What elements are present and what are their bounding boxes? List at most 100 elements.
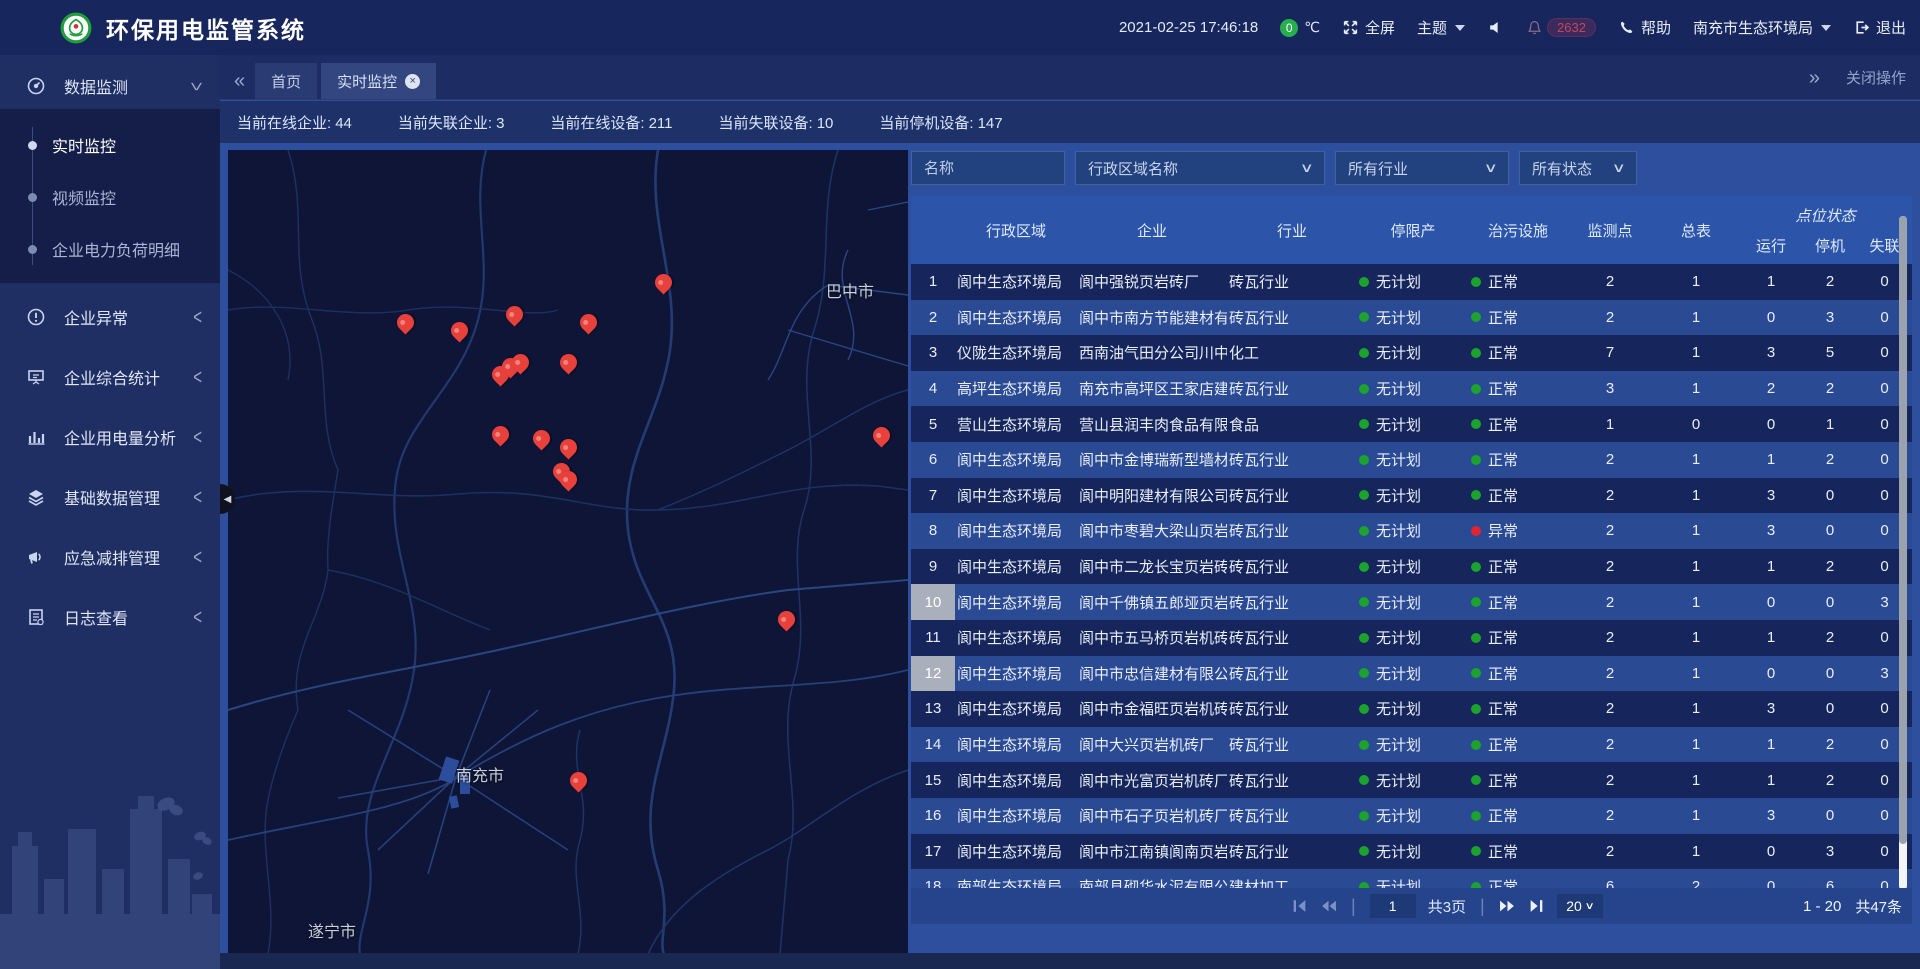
prev-page-icon[interactable] xyxy=(1320,899,1337,913)
table-row[interactable]: 8阆中生态环境局阆中市枣碧大梁山页岩砖瓦行业无计划异常21300 xyxy=(911,513,1912,549)
name-filter-input[interactable] xyxy=(924,160,1052,177)
table-row[interactable]: 6阆中生态环境局阆中市金博瑞新型墙材砖瓦行业无计划正常21120 xyxy=(911,442,1912,478)
status-dot-icon xyxy=(1359,704,1369,714)
close-operations-button[interactable]: 关闭操作 xyxy=(1846,67,1906,88)
scrollbar-thumb[interactable] xyxy=(1899,216,1907,844)
chart-icon xyxy=(26,427,46,447)
row-industry: 砖瓦行业 xyxy=(1227,371,1357,407)
col-run: 运行 xyxy=(1739,226,1803,264)
row-industry: 砖瓦行业 xyxy=(1227,442,1357,478)
status-dot-icon xyxy=(1359,348,1369,358)
table-scrollbar[interactable] xyxy=(1899,216,1907,890)
table-row[interactable]: 16阆中生态环境局阆中市石子页岩机砖厂砖瓦行业无计划正常21300 xyxy=(911,798,1912,834)
table-row[interactable]: 4高坪生态环境局南充市高坪区王家店建砖瓦行业无计划正常31220 xyxy=(911,371,1912,407)
row-stop-count: 0 xyxy=(1803,798,1857,834)
notifications-button[interactable]: 2632 xyxy=(1526,18,1596,37)
name-filter-field[interactable] xyxy=(911,151,1065,185)
stat-item: 当前失联企业:3 xyxy=(398,112,505,133)
table-row[interactable]: 9阆中生态环境局阆中市二龙长宝页岩砖砖瓦行业无计划正常21120 xyxy=(911,549,1912,585)
tabs-scroll-left-icon[interactable]: « xyxy=(234,71,245,91)
status-dot-icon xyxy=(1471,490,1481,500)
row-production-status: 无计划 xyxy=(1376,271,1421,292)
next-page-icon[interactable] xyxy=(1499,899,1516,913)
stat-item: 当前失联设备:10 xyxy=(719,112,834,133)
row-monitor-count: 2 xyxy=(1567,513,1653,549)
org-dropdown[interactable]: 南充市生态环境局 xyxy=(1693,17,1831,38)
row-meter-count: 1 xyxy=(1653,478,1739,514)
table-row[interactable]: 14阆中生态环境局阆中大兴页岩机砖厂砖瓦行业无计划正常21120 xyxy=(911,727,1912,763)
chevron-left-icon: < xyxy=(193,485,202,509)
status-filter-select[interactable]: 所有状态∨ xyxy=(1519,151,1637,185)
table-row[interactable]: 7阆中生态环境局阆中明阳建材有限公司砖瓦行业无计划正常21300 xyxy=(911,478,1912,514)
first-page-icon[interactable] xyxy=(1291,899,1308,913)
table-row[interactable]: 18南部生态环境局南部县砌华水泥有限公建材加工无计划正常62060 xyxy=(911,869,1912,888)
row-monitor-count: 2 xyxy=(1567,656,1653,692)
row-pollution-status: 正常 xyxy=(1488,841,1518,862)
industry-filter-select[interactable]: 所有行业∨ xyxy=(1335,151,1509,185)
status-dot-icon xyxy=(1471,312,1481,322)
fullscreen-icon xyxy=(1342,19,1359,36)
sidebar-item[interactable]: 日志查看< xyxy=(0,591,220,643)
row-stop-count: 5 xyxy=(1803,335,1857,371)
table-row[interactable]: 11阆中生态环境局阆中市五马桥页岩机砖砖瓦行业无计划正常21120 xyxy=(911,620,1912,656)
table-row[interactable]: 10阆中生态环境局阆中千佛镇五郎垭页岩砖瓦行业无计划正常21003 xyxy=(911,584,1912,620)
fullscreen-button[interactable]: 全屏 xyxy=(1342,17,1395,38)
table-row[interactable]: 2阆中生态环境局阆中市南方节能建材有砖瓦行业无计划正常21030 xyxy=(911,300,1912,336)
speaker-muted-icon xyxy=(1487,19,1504,36)
sidebar-item[interactable]: 基础数据管理< xyxy=(0,471,220,523)
table-row[interactable]: 12阆中生态环境局阆中市忠信建材有限公砖瓦行业无计划正常21003 xyxy=(911,656,1912,692)
status-dot-icon xyxy=(1471,775,1481,785)
sidebar-subitem[interactable]: 企业电力负荷明细 xyxy=(0,223,220,275)
row-stop-count: 3 xyxy=(1803,300,1857,336)
tab-bar: « 首页实时监控× » 关闭操作 xyxy=(220,55,1920,100)
logout-button[interactable]: 退出 xyxy=(1853,17,1906,38)
table-row[interactable]: 15阆中生态环境局阆中市光富页岩机砖厂砖瓦行业无计划正常21120 xyxy=(911,762,1912,798)
row-monitor-count: 7 xyxy=(1567,335,1653,371)
status-dot-icon xyxy=(1359,668,1369,678)
status-dot-icon xyxy=(1471,740,1481,750)
col-monitor: 监测点 xyxy=(1567,196,1653,264)
map-panel[interactable]: 巴中市南充市遂宁市 xyxy=(228,150,908,954)
sidebar-item[interactable]: 企业用电量分析< xyxy=(0,411,220,463)
chevron-down-icon: ∨ xyxy=(1612,160,1626,176)
table-row[interactable]: 5营山生态环境局营山县润丰肉食品有限食品无计划正常10010 xyxy=(911,406,1912,442)
close-icon[interactable]: × xyxy=(405,74,420,89)
page-number-input[interactable] xyxy=(1370,894,1416,918)
row-index: 5 xyxy=(911,406,955,442)
row-enterprise: 南充市高坪区王家店建 xyxy=(1077,371,1227,407)
status-dot-icon xyxy=(1471,811,1481,821)
sidebar-item[interactable]: 企业综合统计< xyxy=(0,351,220,403)
row-index: 11 xyxy=(911,620,955,656)
page-size-select[interactable]: 20∨ xyxy=(1557,894,1603,918)
row-production-status: 无计划 xyxy=(1376,663,1421,684)
table-row[interactable]: 3仪陇生态环境局西南油气田分公司川中化工无计划正常71350 xyxy=(911,335,1912,371)
last-page-icon[interactable] xyxy=(1528,899,1545,913)
sidebar-subitem[interactable]: 视频监控 xyxy=(0,171,220,223)
row-region: 阆中生态环境局 xyxy=(955,762,1077,798)
filter-bar: 行政区域名称∨ 所有行业∨ 所有状态∨ xyxy=(911,148,1912,188)
table-row[interactable]: 17阆中生态环境局阆中市江南镇阆南页岩砖瓦行业无计划正常21030 xyxy=(911,834,1912,870)
sidebar-item[interactable]: 数据监测< xyxy=(0,63,220,109)
temperature-unit: ℃ xyxy=(1304,19,1320,36)
tabs-scroll-right-icon[interactable]: » xyxy=(1809,68,1820,88)
col-pollution: 治污设施 xyxy=(1469,196,1567,264)
help-button[interactable]: 帮助 xyxy=(1618,17,1671,38)
total-pages-label: 共3页 xyxy=(1428,896,1466,917)
row-stop-count: 2 xyxy=(1803,727,1857,763)
table-row[interactable]: 1阆中生态环境局阆中强锐页岩砖厂砖瓦行业无计划正常21120 xyxy=(911,264,1912,300)
table-row[interactable]: 13阆中生态环境局阆中市金福旺页岩机砖砖瓦行业无计划正常21300 xyxy=(911,691,1912,727)
mute-button[interactable] xyxy=(1487,19,1504,36)
region-filter-select[interactable]: 行政区域名称∨ xyxy=(1075,151,1325,185)
sidebar-subitem[interactable]: 实时监控 xyxy=(0,119,220,171)
theme-dropdown[interactable]: 主题 xyxy=(1417,17,1465,38)
sidebar-item[interactable]: 应急减排管理< xyxy=(0,531,220,583)
gauge-icon xyxy=(26,76,46,96)
row-run-count: 1 xyxy=(1739,549,1803,585)
tab-home[interactable]: 首页 xyxy=(255,63,317,99)
row-production-status: 无计划 xyxy=(1376,841,1421,862)
map-city-label: 遂宁市 xyxy=(308,918,356,942)
row-meter-count: 0 xyxy=(1653,406,1739,442)
sidebar-item[interactable]: 企业异常< xyxy=(0,291,220,343)
tab-closable[interactable]: 实时监控× xyxy=(321,63,436,99)
row-run-count: 3 xyxy=(1739,513,1803,549)
